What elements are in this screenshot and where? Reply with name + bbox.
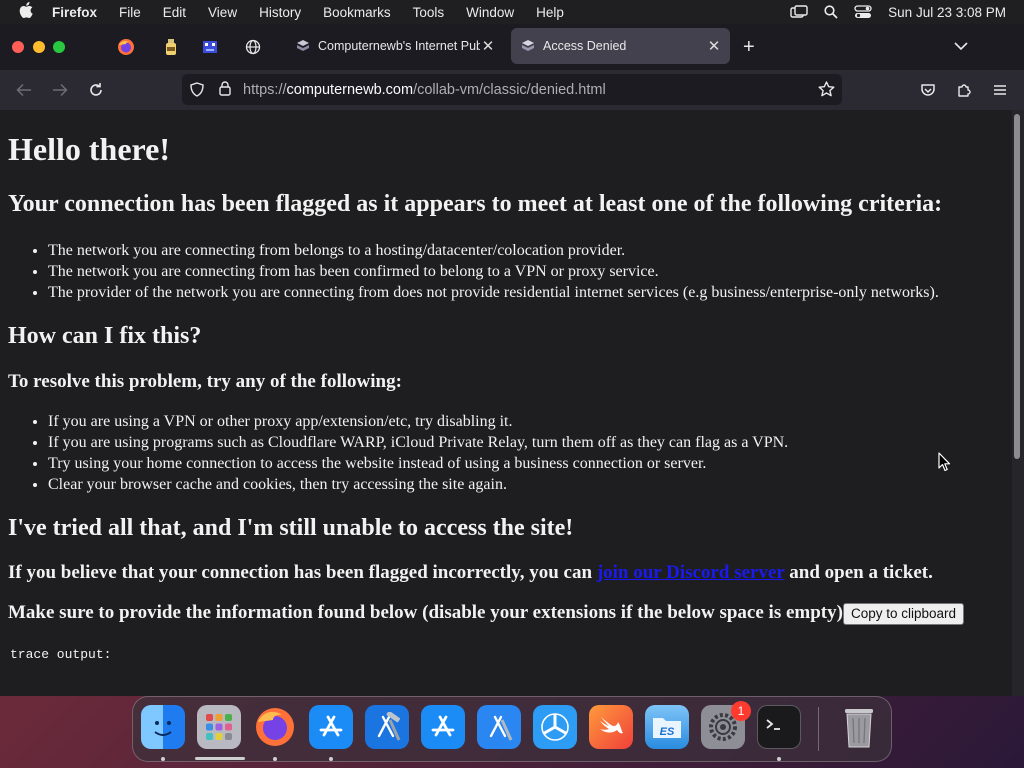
running-indicator [329,757,333,761]
url-bar[interactable]: https://computernewb.com/collab-vm/class… [182,74,842,105]
pinned-tab-2[interactable] [159,35,183,59]
swift-playgrounds-icon[interactable] [589,705,633,749]
firefox-icon [118,39,134,55]
svg-text:ES: ES [660,726,675,738]
pinned-tab-4[interactable] [241,35,265,59]
discord-link[interactable]: join our Discord server [597,562,785,583]
collabvm-favicon-icon [522,40,534,51]
reload-icon[interactable] [86,80,106,100]
url-text[interactable]: https://computernewb.com/collab-vm/class… [243,82,606,98]
forward-arrow-icon[interactable] [50,80,70,100]
menu-app-firefox[interactable]: Firefox [52,5,97,20]
dock: ES [132,696,892,762]
pinned-tab-3[interactable] [198,35,222,59]
list-item: The network you are connecting from belo… [48,240,939,261]
list-item: Clear your browser cache and cookies, th… [48,474,788,495]
list-all-tabs-chevron-icon[interactable] [954,38,968,56]
bookmark-star-icon[interactable] [818,81,835,101]
incorrect-prefix: If you believe that your connection has … [8,562,597,583]
back-arrow-icon[interactable] [14,80,34,100]
launchpad-icon[interactable] [197,705,241,749]
menu-window[interactable]: Window [466,5,514,20]
menu-bar: Firefox File Edit View History Bookmarks… [0,0,1024,24]
resolve-subheading: To resolve this problem, try any of the … [8,371,402,392]
menu-tools[interactable]: Tools [413,5,445,20]
menu-file[interactable]: File [119,5,141,20]
menu-edit[interactable]: Edit [163,5,186,20]
pocket-icon[interactable] [918,80,938,100]
tab-access-denied[interactable]: Access Denied ✕ [511,28,730,64]
running-indicator [777,757,781,761]
globe-icon [245,39,261,55]
app-store-icon[interactable] [421,705,465,749]
list-item: If you are using a VPN or other proxy ap… [48,411,788,432]
firefox-window: Computernewb's Internet Pub H ✕ Access D… [0,24,1024,696]
tab-close-icon[interactable]: ✕ [480,37,496,55]
trash-icon[interactable] [837,705,881,749]
tab-strip: Computernewb's Internet Pub H ✕ Access D… [0,24,1024,70]
app-store-icon[interactable] [309,705,353,749]
criteria-list: The network you are connecting from belo… [8,240,939,303]
running-indicator [161,757,165,761]
apple-menu-icon[interactable] [0,2,52,22]
notification-badge: 1 [731,701,751,721]
vertical-scroll-thumb[interactable] [1014,114,1020,459]
menu-help[interactable]: Help [536,5,564,20]
xcode-icon[interactable] [365,705,409,749]
page-content: Hello there! Your connection has been fl… [0,110,1012,696]
menu-clock[interactable]: Sun Jul 23 3:08 PM [888,5,1006,20]
close-window-button[interactable] [12,41,24,53]
testflight-icon[interactable] [533,705,577,749]
menu-history[interactable]: History [259,5,301,20]
list-item: If you are using programs such as Cloudf… [48,432,788,453]
tracking-protection-shield-icon[interactable] [190,82,204,101]
tab-close-icon[interactable]: ✕ [706,37,722,55]
list-item: Try using your home connection to access… [48,453,788,474]
url-scheme: https:// [243,81,287,98]
new-tab-plus-icon[interactable]: + [743,36,755,59]
tried-heading: I've tried all that, and I'm still unabl… [8,515,574,541]
mouse-pointer-icon [938,452,951,477]
info-text: Make sure to provide the information fou… [8,602,850,623]
url-host: computernewb.com [286,81,414,98]
bottle-icon [166,39,176,55]
incorrect-suffix: and open a ticket. [784,562,933,583]
url-path: /collab-vm/classic/denied.html [413,81,606,98]
pinned-tab-firefox[interactable] [114,35,138,59]
pixel-game-icon [203,41,217,53]
incorrect-flag-text: If you believe that your connection has … [8,562,933,584]
tab-computernewb-pub[interactable]: Computernewb's Internet Pub H ✕ [286,28,504,64]
flagged-heading: Your connection has been flagged as it a… [8,191,943,217]
tab-title: Computernewb's Internet Pub H [318,39,480,53]
trace-output-label: trace output: [10,647,112,662]
list-item: The provider of the network you are conn… [48,282,939,303]
copy-to-clipboard-button[interactable]: Copy to clipboard [843,603,964,625]
spotlight-search-icon[interactable] [824,5,838,19]
screen-mirroring-icon[interactable] [790,5,808,19]
list-item: The network you are connecting from has … [48,261,939,282]
terminal-icon[interactable] [757,705,801,749]
fixes-list: If you are using a VPN or other proxy ap… [8,411,788,495]
es-file-explorer-icon[interactable]: ES [645,705,689,749]
xcode-icon[interactable] [477,705,521,749]
vertical-scrollbar[interactable] [1012,110,1024,696]
menu-view[interactable]: View [208,5,237,20]
finder-icon[interactable] [141,705,185,749]
collabvm-favicon-icon [297,40,309,51]
running-indicator [273,757,277,761]
navigation-toolbar: https://computernewb.com/collab-vm/class… [0,70,1024,110]
dock-divider [818,707,819,751]
running-indicator [195,757,245,760]
firefox-icon[interactable] [253,705,297,749]
zoom-window-button[interactable] [53,41,65,53]
menu-bookmarks[interactable]: Bookmarks [323,5,391,20]
hamburger-menu-icon[interactable] [990,80,1010,100]
fix-heading: How can I fix this? [8,323,202,349]
extensions-puzzle-icon[interactable] [954,80,974,100]
page-heading: Hello there! [8,131,171,167]
minimize-window-button[interactable] [33,41,45,53]
tab-title: Access Denied [543,39,627,53]
lock-icon[interactable] [219,81,231,100]
control-center-icon[interactable] [854,5,872,19]
